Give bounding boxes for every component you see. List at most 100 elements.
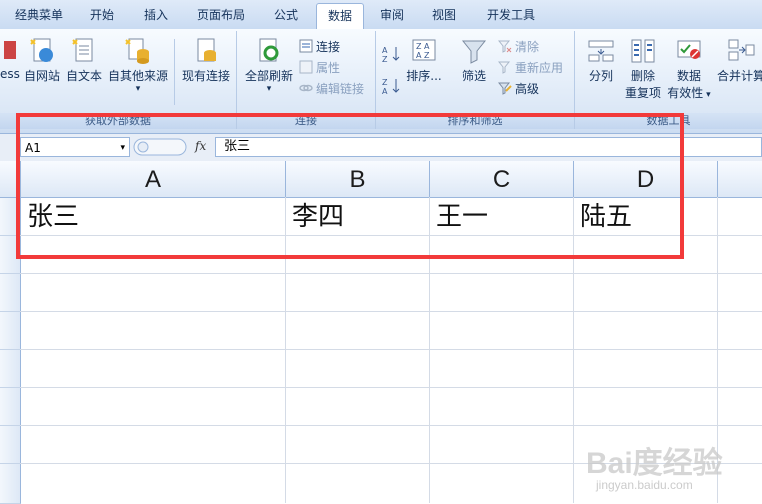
row-header[interactable]: [0, 274, 21, 312]
row-header[interactable]: [0, 236, 21, 274]
reapply-filter-icon: [498, 61, 511, 74]
group-sort-filter: AZ ZA Z AA Z 排序... 筛选 清除 重新应用 高级 排序和筛选: [376, 31, 575, 129]
svg-text:A: A: [382, 46, 388, 55]
consolidate-button[interactable]: 合并计算: [715, 37, 762, 84]
row-header[interactable]: [0, 350, 21, 388]
data-validation-button[interactable]: 数据 有效性 ▾: [665, 37, 713, 101]
gridline: [573, 197, 574, 503]
gridline: [20, 349, 762, 350]
name-box-dropdown-icon[interactable]: ▾: [120, 138, 125, 158]
sort-az-icon: AZ: [382, 46, 400, 63]
svg-text:Z: Z: [382, 78, 388, 87]
edit-links-button[interactable]: 编辑链接: [299, 79, 364, 99]
svg-text:Z A: Z A: [416, 42, 430, 51]
insert-function-icon[interactable]: fx: [195, 139, 206, 153]
row-header[interactable]: [0, 198, 21, 236]
cell-c1[interactable]: 王一: [430, 199, 573, 235]
gridline: [429, 197, 430, 503]
group-connections: 全部刷新 ▾ 连接 属性 编辑链接 连接: [237, 31, 376, 129]
gridline: [20, 387, 762, 388]
dropdown-arrow-icon: ▾: [703, 90, 711, 100]
properties-icon: [299, 60, 313, 74]
svg-text:A Z: A Z: [416, 51, 430, 60]
row-header[interactable]: [0, 388, 21, 426]
sort-za-icon: ZA: [382, 78, 400, 95]
from-other-sources-button[interactable]: 自其他来源 ▾: [106, 37, 170, 94]
tab-developer[interactable]: 开发工具: [476, 3, 546, 28]
split-columns-icon: [588, 40, 614, 62]
formula-tools: fx: [133, 137, 211, 157]
data-validation-icon: [677, 40, 701, 59]
connections-icon: [299, 39, 313, 53]
advanced-filter-icon: [498, 82, 512, 95]
consolidate-icon: [728, 39, 755, 61]
select-all-corner[interactable]: [0, 161, 21, 197]
access-button[interactable]: ess: [0, 37, 20, 81]
reapply-button[interactable]: 重新应用: [498, 58, 563, 78]
refresh-icon: [259, 38, 279, 62]
advanced-filter-button[interactable]: 高级: [498, 79, 539, 99]
properties-button[interactable]: 属性: [299, 58, 340, 78]
clear-button[interactable]: 清除: [498, 37, 539, 57]
clear-filter-icon: [498, 40, 512, 53]
sort-descending-button[interactable]: ZA: [382, 77, 405, 97]
existing-connections-button[interactable]: 现有连接: [178, 37, 234, 84]
row-header[interactable]: [0, 426, 21, 464]
gridline: [285, 197, 286, 503]
group-label-get-external-data: 获取外部数据: [0, 113, 236, 129]
from-text-button[interactable]: 自文本: [64, 37, 104, 84]
watermark-brand: Bai度经验: [586, 447, 723, 480]
sort-button[interactable]: Z AA Z 排序...: [404, 37, 444, 84]
existing-connections-icon: [197, 38, 216, 62]
connections-button[interactable]: 连接: [299, 37, 340, 57]
tab-formulas[interactable]: 公式: [262, 3, 310, 28]
row-header[interactable]: [0, 464, 21, 504]
cell-d1[interactable]: 陆五: [574, 199, 717, 235]
watermark-url: jingyan.baidu.com: [596, 478, 693, 492]
tab-view[interactable]: 视图: [420, 3, 468, 28]
from-web-button[interactable]: 自网站: [22, 37, 62, 84]
row-header[interactable]: [0, 312, 21, 350]
formula-input[interactable]: 张三: [215, 137, 762, 157]
funnel-icon: [461, 40, 487, 64]
svg-text:Z: Z: [382, 55, 388, 63]
tab-insert[interactable]: 插入: [132, 3, 180, 28]
chain-link-icon: [299, 84, 313, 92]
formula-bar-row: A1 ▾ fx 张三: [0, 134, 762, 162]
remove-duplicates-button[interactable]: 删除 重复项: [623, 37, 663, 101]
dropdown-arrow-icon: ▾: [135, 84, 141, 94]
refresh-all-button[interactable]: 全部刷新 ▾: [241, 37, 297, 94]
group-label-connections: 连接: [237, 113, 375, 129]
name-box[interactable]: A1 ▾: [20, 137, 130, 157]
cell-a1[interactable]: 张三: [21, 199, 285, 235]
web-globe-icon: [30, 38, 53, 62]
column-header-b[interactable]: B: [286, 161, 430, 197]
tab-classic-menu[interactable]: 经典菜单: [6, 3, 72, 28]
text-to-columns-button[interactable]: 分列: [581, 37, 621, 84]
text-file-icon: [72, 38, 93, 62]
cell-b1[interactable]: 李四: [286, 199, 429, 235]
group-label-sort-filter: 排序和筛选: [376, 113, 574, 129]
divider: [174, 39, 175, 105]
access-icon: [4, 41, 16, 59]
gridline: [20, 425, 762, 426]
group-label-data-tools: 数据工具: [575, 113, 762, 129]
gridline: [20, 235, 762, 236]
svg-text:A: A: [382, 87, 388, 95]
tab-review[interactable]: 审阅: [368, 3, 416, 28]
column-header-a[interactable]: A: [21, 161, 286, 197]
sort-dialog-icon: Z AA Z: [412, 39, 436, 61]
tab-home[interactable]: 开始: [78, 3, 126, 28]
formula-grip-icon[interactable]: [133, 137, 189, 157]
group-data-tools: 分列 删除 重复项 数据 有效性 ▾ 合并计算 数据工具: [575, 31, 762, 129]
column-header-d[interactable]: D: [574, 161, 718, 197]
ribbon: ess 自网站 自文本 自其他来源 ▾ 现有连接 获取外部数据 全部刷新 ▾ 连…: [0, 29, 762, 134]
remove-duplicates-icon: [631, 39, 655, 63]
database-icon: [125, 38, 149, 64]
sort-ascending-button[interactable]: AZ: [382, 45, 405, 65]
tab-data[interactable]: 数据: [316, 3, 364, 30]
filter-button[interactable]: 筛选: [452, 37, 496, 84]
column-header-c[interactable]: C: [430, 161, 574, 197]
column-header-row: A B C D: [0, 161, 762, 198]
tab-page-layout[interactable]: 页面布局: [186, 3, 256, 28]
